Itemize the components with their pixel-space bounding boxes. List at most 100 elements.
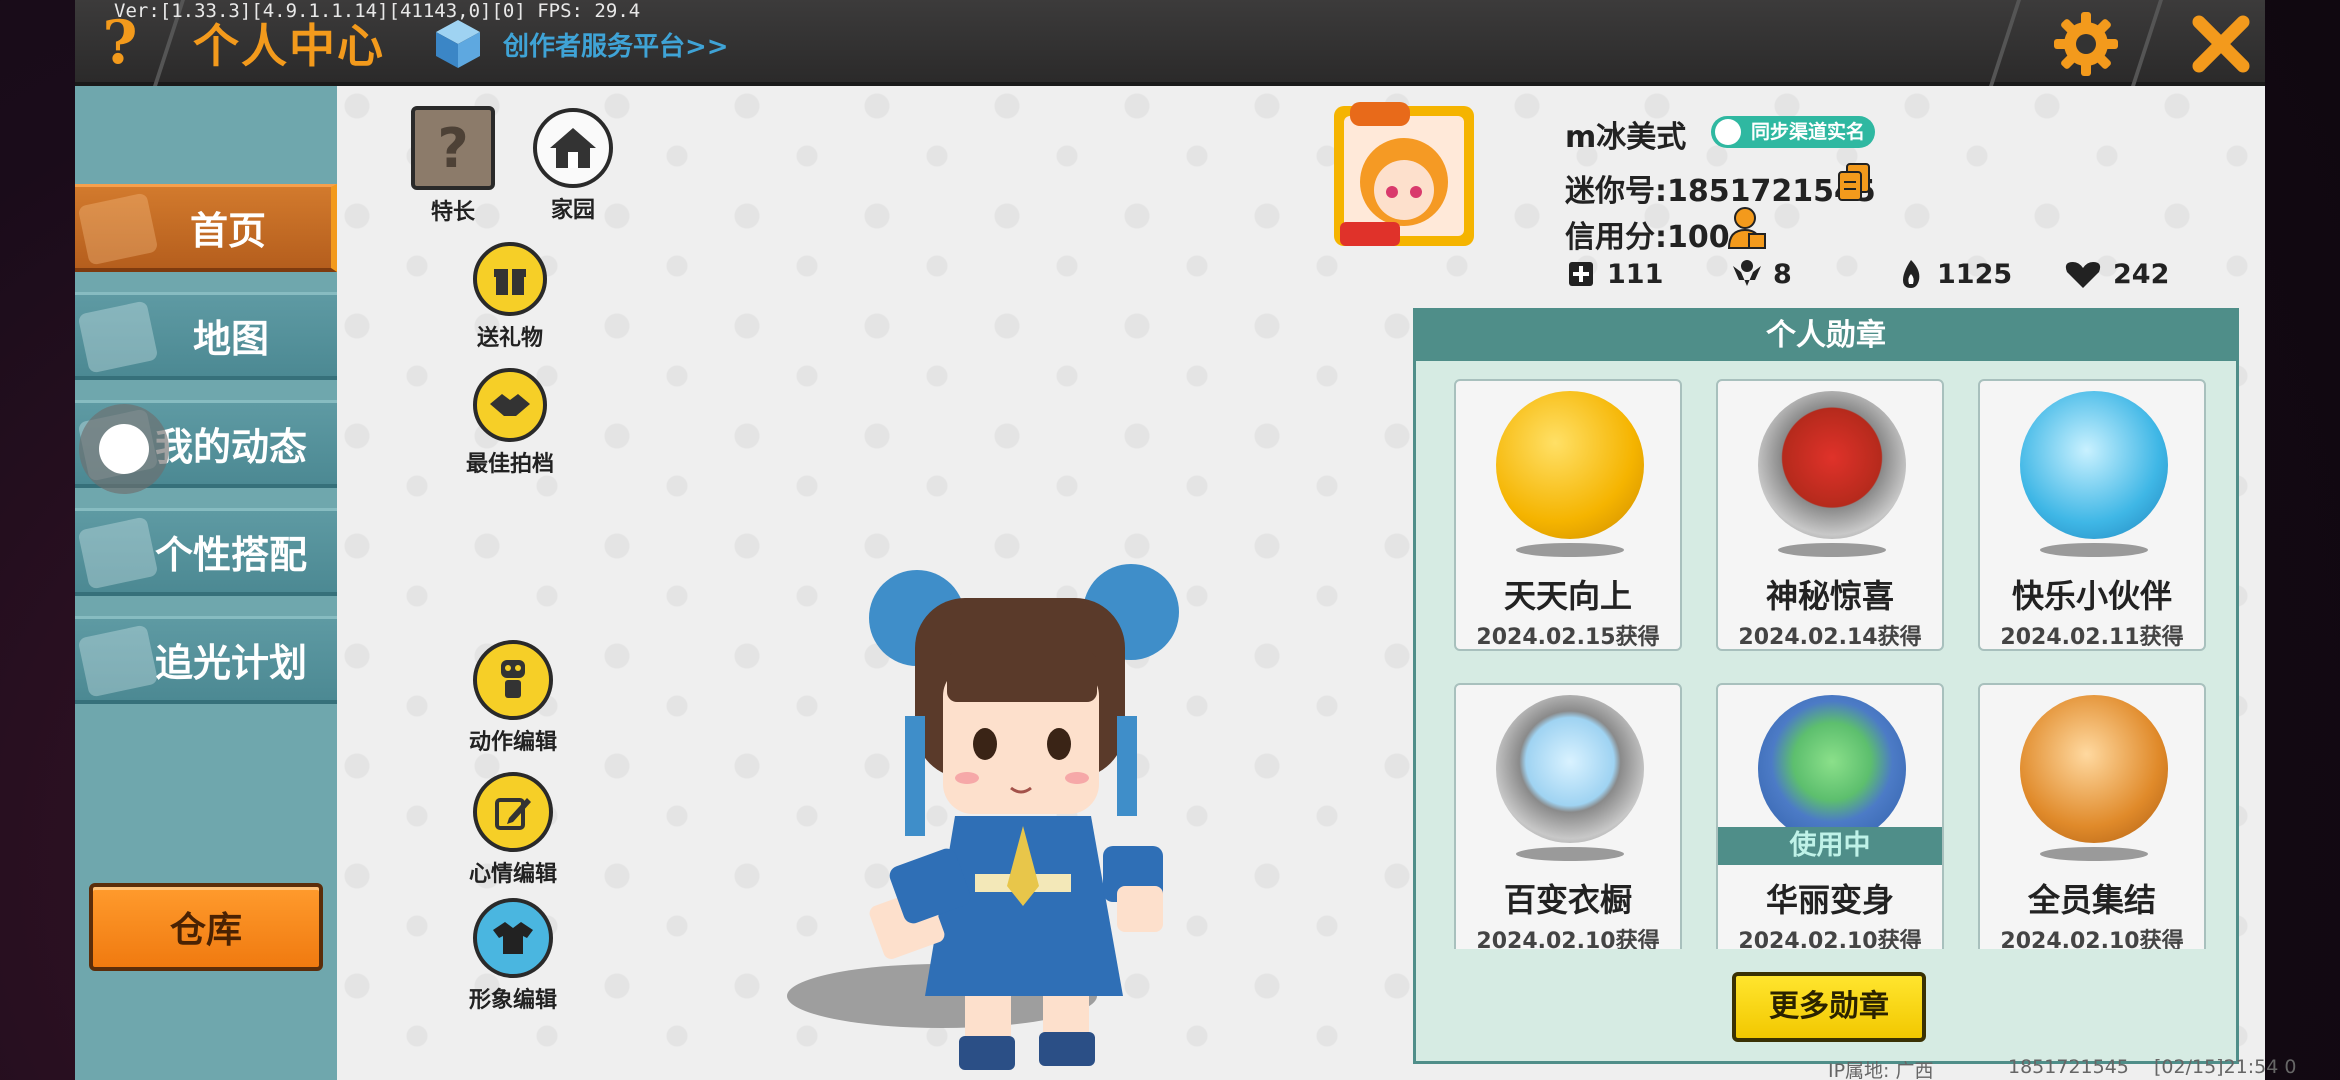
medal-date: 2024.02.10获得 [1476,929,1660,949]
sidebar: 首页 地图 我的动态 个性搭配 追光计划 仓库 [75,86,337,1080]
tool-label: 形象编辑 [468,988,557,1013]
medal-date: 2024.02.10获得 [2000,929,2184,949]
sidebar-item-label: 个性搭配 [154,533,307,577]
medal-card[interactable]: 天天向上 2024.02.15获得 [1454,379,1682,651]
close-icon[interactable] [2185,8,2257,80]
outfit-icon [473,898,553,978]
debug-overlay: Ver:[1.33.3][4.9.1.1.14][41143,0][0] FPS… [114,0,641,22]
medal-shadow [1516,543,1624,557]
medal-card[interactable]: 百变衣橱 2024.02.10获得 [1454,683,1682,949]
medal-name: 神秘惊喜 [1765,577,1894,615]
floating-assistive-ball[interactable] [79,404,169,494]
likes-count: 242 [2113,258,2170,290]
light-plan-icon [77,624,159,698]
sidebar-item-outfit[interactable]: 个性搭配 [75,508,337,596]
profile-avatar[interactable] [1330,102,1478,250]
medal-name: 快乐小伙伴 [2011,577,2172,615]
credit-person-icon[interactable] [1727,206,1767,250]
edit-icon [473,772,553,852]
robot-icon [473,640,553,720]
best-partner-button[interactable]: 最佳拍档 [455,368,565,478]
specialty-button[interactable]: ? 特长 [398,106,508,226]
image-edit-button[interactable]: 形象编辑 [458,898,568,1014]
medal-card[interactable]: 使用中 华丽变身 2024.02.10获得 [1716,683,1944,949]
player-name: m冰美式 [1565,120,1687,155]
medal-shadow [2040,543,2148,557]
friends-stat[interactable]: 111 [1565,258,1663,290]
divider [1989,0,2021,86]
medal-date: 2024.02.14获得 [1738,625,1922,650]
transform-medal-icon [1758,695,1906,843]
fans-count: 8 [1773,258,1792,290]
footer-uid: 1851721545 [2008,1056,2129,1078]
send-gift-button[interactable]: 送礼物 [455,242,565,352]
gather-medal-icon [2020,695,2168,843]
medal-date: 2024.02.11获得 [2000,625,2184,650]
home-button[interactable]: 家园 [518,108,628,224]
house-icon [77,192,159,266]
tool-label: 最佳拍档 [465,452,554,477]
flame-icon [1903,260,1920,288]
mini-id: 迷你号:1851721545 [1565,174,1876,209]
tool-label: 送礼物 [476,326,543,351]
friends-count: 111 [1607,258,1664,290]
verify-badge[interactable]: 同步渠道实名 [1711,116,1876,148]
medal-card[interactable]: 快乐小伙伴 2024.02.11获得 [1978,379,2206,651]
divider [2131,0,2163,86]
fans-stat[interactable]: 8 [1731,258,1792,290]
sidebar-item-label: 我的动态 [154,425,307,469]
question-box-icon: ? [411,106,495,190]
heat-stat[interactable]: 1125 [1895,258,2012,290]
mood-edit-button[interactable]: 心情编辑 [458,772,568,888]
house-icon [533,108,613,188]
heart-icon [2065,262,2101,288]
sidebar-item-light-plan[interactable]: 追光计划 [75,616,337,704]
action-edit-button[interactable]: 动作编辑 [458,640,568,756]
medal-date: 2024.02.15获得 [1476,625,1660,650]
medal-panel: 个人勋章 天天向上 2024.02.15获得 神秘惊喜 2024.02.14获得… [1413,308,2239,1064]
friends-medal-icon [2020,391,2168,539]
warehouse-button[interactable]: 仓库 [89,883,323,971]
medal-name: 华丽变身 [1765,881,1894,919]
gift-medal-icon [1758,391,1906,539]
footer-time: [02/15]21:54 0 [2154,1056,2297,1078]
gear-icon[interactable] [2050,8,2122,80]
creator-platform-link[interactable]: 创作者服务平台>> [503,26,729,63]
tool-label: 动作编辑 [468,730,557,755]
sidebar-item-map[interactable]: 地图 [75,292,337,380]
fans-icon [1733,260,1761,286]
copy-icon[interactable] [1837,162,1871,202]
medal-panel-title: 个人勋章 [1416,311,2236,361]
verify-badge-label: 同步渠道实名 [1751,121,1866,143]
sidebar-item-home[interactable]: 首页 [75,184,337,272]
sidebar-item-label: 首页 [189,209,266,253]
calendar-medal-icon [1496,391,1644,539]
medal-card[interactable]: 神秘惊喜 2024.02.14获得 [1716,379,1944,651]
gift-icon [473,242,547,316]
ip-location: IP属地: 广西 [1828,1060,1934,1080]
main-panel: 首页 地图 我的动态 个性搭配 追光计划 仓库 ? 特长 家园 送礼物 最佳拍档… [75,86,2265,1080]
credit-score: 信用分:100 [1565,220,1730,255]
medal-name: 天天向上 [1503,577,1632,615]
handshake-icon [473,368,547,442]
medal-shadow [2040,847,2148,861]
cube-icon[interactable] [432,16,484,72]
wardrobe-medal-icon [1496,695,1644,843]
medal-grid: 天天向上 2024.02.15获得 神秘惊喜 2024.02.14获得 快乐小伙… [1454,379,2208,949]
likes-stat[interactable]: 242 [2063,258,2169,290]
tool-label: 心情编辑 [468,862,557,887]
medal-shadow [1778,543,1886,557]
player-avatar[interactable] [855,556,1195,1080]
medal-name: 百变衣橱 [1503,881,1632,919]
sidebar-item-label: 追光计划 [154,641,307,685]
add-friend-icon [1569,262,1593,286]
tool-label: 特长 [430,200,475,225]
outfit-icon [77,516,159,590]
medal-shadow [1516,847,1624,861]
in-use-badge: 使用中 [1718,827,1942,865]
more-medals-button[interactable]: 更多勋章 [1732,972,1926,1042]
sidebar-item-label: 地图 [192,317,269,361]
medal-name: 全员集结 [2027,881,2156,919]
medal-card[interactable]: 全员集结 2024.02.10获得 [1978,683,2206,949]
tool-label: 家园 [550,198,595,223]
